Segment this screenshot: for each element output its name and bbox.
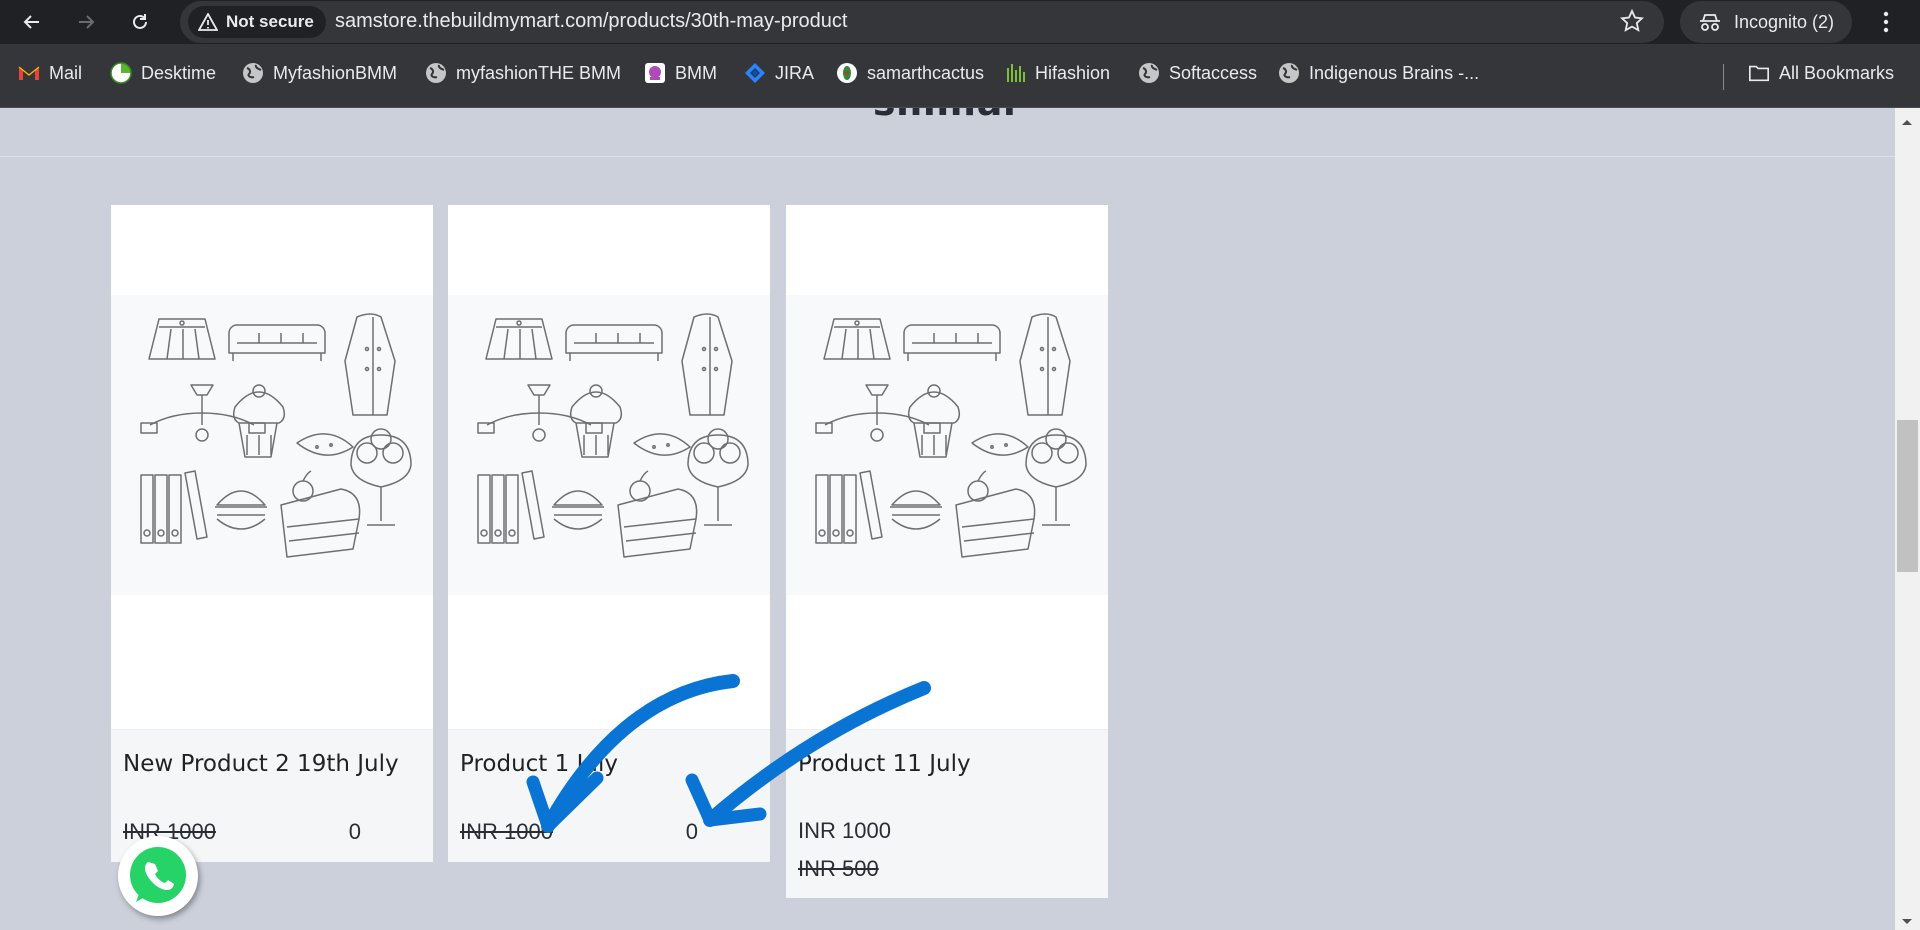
product-quantity: 0 — [685, 819, 698, 844]
product-info: Product 1 July INR 1000 0 — [448, 729, 770, 862]
bookmark-star-button[interactable] — [1619, 8, 1645, 37]
browser-toolbar: Not secure samstore.thebuildmymart.com/p… — [0, 0, 1920, 44]
bookmark-label: MyfashionBMM — [273, 62, 398, 83]
bookmark-samarthcactus[interactable]: samarthcactus — [836, 62, 984, 84]
bookmark-softaccess[interactable]: Softaccess — [1138, 62, 1257, 84]
reload-button[interactable] — [124, 6, 156, 38]
bookmark-indigenous-brains[interactable]: Indigenous Brains -... — [1278, 62, 1479, 84]
address-bar[interactable]: Not secure samstore.thebuildmymart.com/p… — [180, 1, 1664, 43]
bookmark-jira[interactable]: JIRA — [744, 62, 814, 84]
desktime-icon — [110, 62, 132, 84]
bookmark-desktime[interactable]: Desktime — [110, 62, 216, 84]
bookmark-label: Desktime — [141, 62, 217, 83]
jira-icon — [744, 62, 766, 84]
product-image[interactable] — [448, 205, 770, 729]
section-heading: similar — [0, 108, 1895, 124]
incognito-icon — [1700, 14, 1720, 31]
back-arrow-icon — [23, 15, 39, 29]
star-icon — [1619, 8, 1645, 32]
hifashion-icon — [1004, 62, 1026, 84]
bookmark-hifashion[interactable]: Hifashion — [1004, 62, 1110, 84]
globe-icon — [1138, 62, 1160, 84]
bookmarks-separator — [1723, 64, 1724, 90]
bookmark-label: Hifashion — [1035, 62, 1111, 83]
product-card[interactable]: New Product 2 19th July INR 1000 0 — [111, 205, 433, 862]
product-image[interactable] — [111, 205, 433, 729]
bookmark-label: myfashionTHE BMM — [456, 62, 622, 83]
incognito-indicator[interactable]: Incognito (2) — [1680, 1, 1852, 43]
product-title[interactable]: New Product 2 19th July — [123, 742, 421, 812]
product-card[interactable]: Product 11 July INR 1000 INR 500 — [786, 205, 1108, 898]
globe-icon — [425, 62, 447, 84]
scroll-up-arrow-icon[interactable] — [1899, 112, 1915, 131]
bookmarks-bar: Mail Desktime MyfashionBMM myfashionTHE … — [0, 44, 1920, 108]
bookmark-mail[interactable]: Mail — [18, 62, 82, 84]
site-security-chip[interactable]: Not secure — [188, 6, 326, 38]
whatsapp-chat-button[interactable] — [118, 836, 198, 916]
placeholder-illustration — [111, 295, 433, 595]
security-label: Not secure — [226, 12, 314, 31]
more-vert-icon — [1883, 11, 1889, 33]
section-divider — [0, 156, 1895, 157]
bmm-icon — [644, 62, 666, 84]
globe-icon — [242, 62, 264, 84]
product-title[interactable]: Product 11 July — [798, 742, 1096, 812]
cactus-icon — [836, 62, 858, 84]
product-price: INR 1000 — [460, 819, 553, 844]
bookmark-myfashionthebmm[interactable]: myfashionTHE BMM — [425, 62, 621, 84]
whatsapp-icon — [130, 847, 186, 903]
forward-arrow-icon — [79, 15, 95, 29]
bookmark-label: samarthcactus — [867, 62, 985, 83]
forward-button[interactable] — [70, 6, 102, 38]
price-row: INR 1000 0 — [460, 812, 758, 852]
placeholder-illustration — [448, 295, 770, 595]
bookmark-label: BMM — [675, 62, 717, 83]
incognito-label: Incognito (2) — [1734, 11, 1835, 32]
all-bookmarks-button[interactable]: All Bookmarks — [1748, 62, 1894, 84]
product-image[interactable] — [786, 205, 1108, 729]
product-price: INR 1000 — [798, 818, 891, 843]
reload-icon — [133, 14, 147, 29]
gmail-icon — [18, 62, 40, 84]
bookmark-bmm[interactable]: BMM — [644, 62, 717, 84]
globe-icon — [1278, 62, 1300, 84]
bookmark-label: Softaccess — [1169, 62, 1258, 83]
product-quantity: 0 — [348, 819, 361, 844]
scrollbar-thumb[interactable] — [1897, 420, 1918, 572]
url-text[interactable]: samstore.thebuildmymart.com/products/30t… — [335, 10, 847, 33]
back-button[interactable] — [16, 6, 48, 38]
folder-icon — [1748, 62, 1770, 84]
browser-menu-button[interactable] — [1870, 6, 1902, 38]
page-content: similar New Product 2 19th July INR 1000… — [0, 108, 1895, 930]
warning-icon — [198, 13, 218, 31]
bookmark-myfashionbmm[interactable]: MyfashionBMM — [242, 62, 397, 84]
scroll-down-arrow-icon[interactable] — [1899, 912, 1915, 930]
bookmark-label: Indigenous Brains -... — [1309, 62, 1480, 83]
product-title[interactable]: Product 1 July — [460, 742, 758, 812]
product-card[interactable]: Product 1 July INR 1000 0 — [448, 205, 770, 862]
product-info: Product 11 July INR 1000 INR 500 — [786, 729, 1108, 898]
product-old-price: INR 500 — [798, 856, 879, 881]
bookmark-label: JIRA — [775, 62, 815, 83]
placeholder-illustration — [786, 295, 1108, 595]
bookmark-label: Mail — [49, 62, 83, 83]
all-bookmarks-label: All Bookmarks — [1779, 62, 1895, 83]
